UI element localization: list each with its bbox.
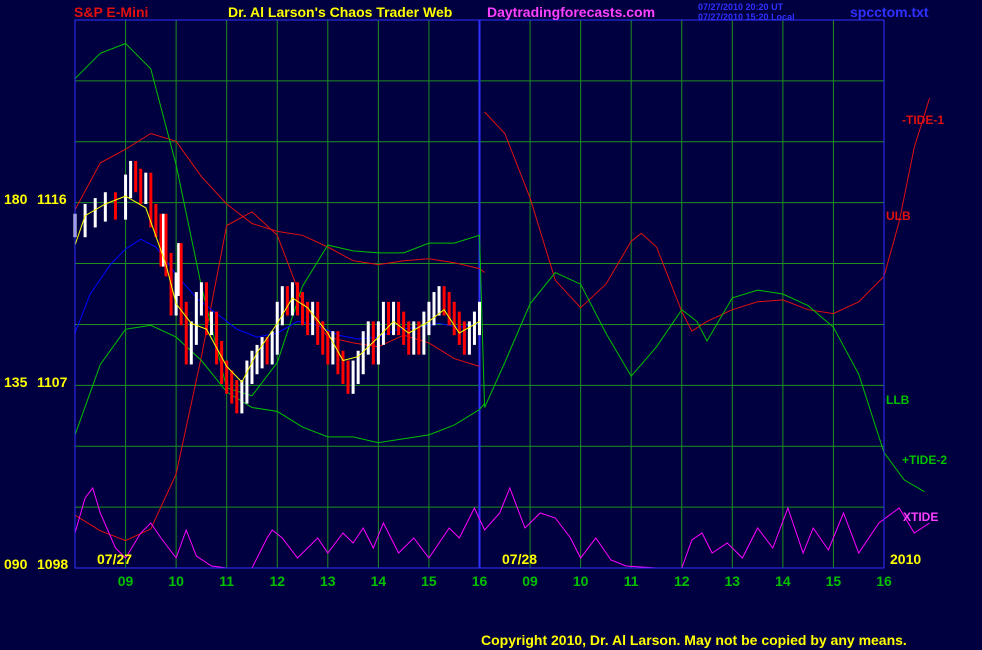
- y-label-left-2: 135: [4, 374, 28, 390]
- x-tick-label: 11: [624, 573, 639, 589]
- x-tick-labels: 09 10 11 12 13 14 15 16 09 10 11 12 13 14 15 16: [118, 573, 892, 589]
- x-tick-label: 14: [775, 573, 791, 589]
- x-tick-label: 14: [371, 573, 387, 589]
- timestamp-local: 07/27/2010 15:20 Local: [698, 12, 795, 22]
- tide-1-line: [484, 98, 930, 332]
- y-label-right-2: 1107: [37, 374, 68, 390]
- year-label: 2010: [890, 551, 921, 567]
- x-tick-label: 15: [826, 573, 842, 589]
- x-tick-label: 15: [421, 573, 437, 589]
- chart: S&P E-Mini Dr. Al Larson's Chaos Trader …: [4, 2, 947, 648]
- x-tick-label: 16: [472, 573, 488, 589]
- chart-title: Dr. Al Larson's Chaos Trader Web: [228, 4, 452, 20]
- data-file-label: spcctom.txt: [850, 4, 929, 20]
- x-tick-label: 09: [118, 573, 134, 589]
- x-tick-label: 12: [674, 573, 690, 589]
- copyright-notice: Copyright 2010, Dr. Al Larson. May not b…: [481, 632, 907, 648]
- y-label-right-1: 1116: [37, 191, 67, 207]
- y-label-left-3: 090: [4, 556, 28, 572]
- llb-line: [74, 42, 925, 493]
- y-label-left-1: 180: [4, 191, 28, 207]
- x-tick-label: 16: [876, 573, 892, 589]
- x-tick-label: 09: [522, 573, 538, 589]
- legend-tide-1: -TIDE-1: [902, 113, 944, 127]
- legend-tide-2: +TIDE-2: [902, 453, 947, 467]
- legend-llb: LLB: [886, 393, 910, 407]
- legend-ulb: ULB: [886, 209, 911, 223]
- legend-xtide: XTIDE: [903, 510, 938, 524]
- x-tick-label: 11: [219, 573, 234, 589]
- x-tick-label: 10: [168, 573, 184, 589]
- date-label-day1: 07/27: [97, 551, 132, 567]
- timestamp-ut: 07/27/2010 20:20 UT: [698, 2, 784, 12]
- y-label-right-3: 1098: [37, 556, 68, 572]
- series-layer: [73, 42, 930, 569]
- x-tick-label: 10: [573, 573, 589, 589]
- x-tick-label: 12: [269, 573, 285, 589]
- date-label-day2: 07/28: [502, 551, 537, 567]
- symbol-label: S&P E-Mini: [74, 4, 148, 20]
- site-link[interactable]: Daytradingforecasts.com: [487, 4, 655, 20]
- x-tick-label: 13: [320, 573, 336, 589]
- x-tick-label: 13: [725, 573, 741, 589]
